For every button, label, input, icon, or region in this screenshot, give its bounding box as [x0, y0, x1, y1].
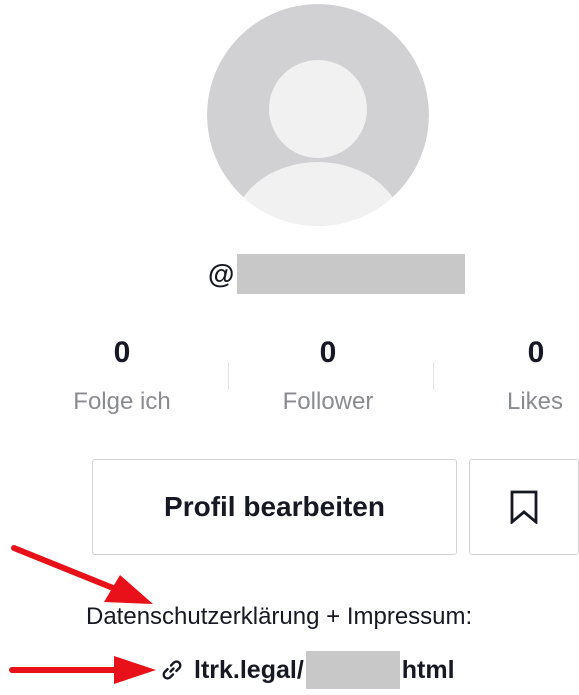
bookmark-icon [510, 490, 538, 524]
username-redaction [237, 254, 466, 294]
following-count: 0 [113, 336, 131, 369]
default-avatar-icon [207, 4, 429, 226]
edit-profile-label: Profil bearbeiten [164, 491, 385, 522]
username: @ [208, 253, 466, 295]
red-arrow-annotation [9, 656, 156, 684]
stats-divider [433, 362, 434, 390]
bookmark-button[interactable] [469, 459, 579, 555]
stats-divider [228, 362, 229, 390]
likes-count: 0 [527, 336, 545, 369]
link-redaction [305, 651, 400, 689]
following-label[interactable]: Folge ich [52, 390, 192, 414]
likes-label[interactable]: Likes [496, 390, 579, 414]
link-icon [160, 658, 184, 682]
link-text-prefix: ltrk.legal/ [194, 655, 304, 684]
avatar[interactable] [207, 4, 429, 226]
link-text-suffix: html [401, 655, 455, 684]
bio-link[interactable]: ltrk.legal/ html [160, 651, 455, 689]
username-at-sign: @ [208, 258, 235, 289]
red-arrow-annotation [11, 545, 153, 604]
followers-label[interactable]: Follower [258, 390, 398, 414]
followers-count: 0 [319, 336, 337, 369]
bio-text: Datenschutzerklärung + Impressum: [86, 603, 473, 630]
